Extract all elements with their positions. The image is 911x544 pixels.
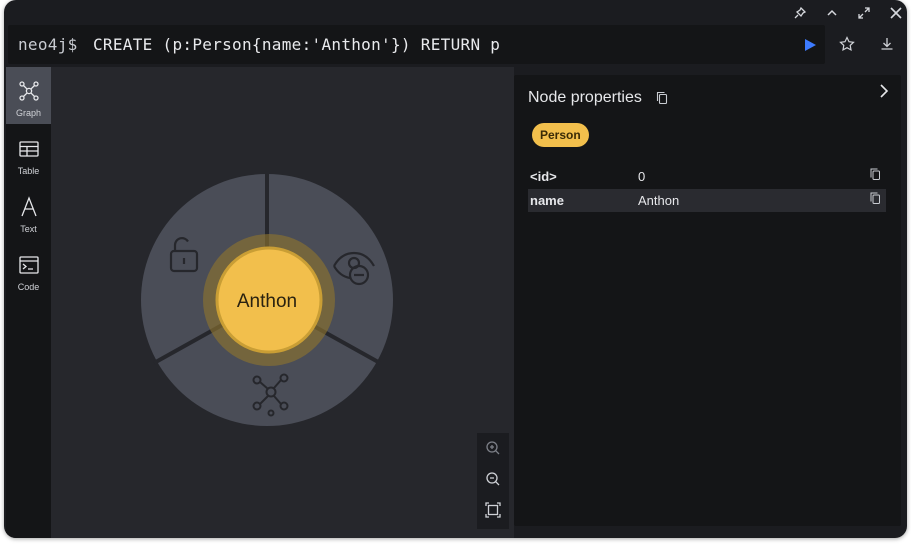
browser-frame: neo4j$ CREATE (p:Person{name:'Anthon'}) …: [4, 0, 907, 538]
copy-icon[interactable]: [870, 192, 881, 205]
property-row: name Anthon: [528, 189, 886, 212]
zoom-out-icon: [486, 472, 500, 486]
pin-icon[interactable]: [791, 4, 809, 22]
sidebar-item-table[interactable]: Table: [6, 125, 51, 182]
sidebar-item-graph[interactable]: Graph: [6, 67, 51, 124]
run-button[interactable]: [802, 37, 818, 53]
download-button[interactable]: [879, 36, 895, 52]
panel-title: Node properties: [528, 89, 642, 106]
window-controls: [4, 0, 907, 24]
sidebar-item-label: Code: [17, 282, 40, 292]
text-icon: [20, 196, 37, 217]
copy-icon[interactable]: [656, 91, 668, 105]
sidebar-item-code[interactable]: Code: [6, 241, 51, 298]
query-editor[interactable]: neo4j$ CREATE (p:Person{name:'Anthon'}) …: [8, 25, 825, 64]
sidebar-item-text[interactable]: Text: [6, 183, 51, 240]
node-properties-panel: Node properties Person <id> 0 name Antho…: [514, 75, 901, 526]
sidebar-item-label: Table: [17, 166, 40, 176]
query-input[interactable]: CREATE (p:Person{name:'Anthon'}) RETURN …: [93, 35, 500, 54]
fit-screen-icon: [485, 502, 501, 518]
sidebar-item-label: Text: [20, 224, 37, 234]
property-value: Anthon: [638, 193, 680, 208]
property-value: 0: [638, 169, 646, 184]
chevron-right-icon[interactable]: [876, 83, 892, 99]
zoom-in-icon: [486, 441, 500, 455]
property-key: <id>: [530, 169, 557, 184]
code-icon: [18, 256, 39, 274]
zoom-out-button[interactable]: [484, 470, 502, 488]
chevron-up-icon[interactable]: [823, 4, 841, 22]
node-label-badge[interactable]: Person: [532, 123, 589, 147]
table-icon: [18, 141, 39, 157]
zoom-controls: [477, 433, 509, 529]
download-icon: [881, 38, 893, 50]
property-row: <id> 0: [528, 165, 886, 188]
fit-to-screen-button[interactable]: [484, 501, 502, 519]
view-sidebar: Graph Table Text Code: [6, 67, 51, 538]
play-icon: [805, 39, 816, 51]
zoom-in-button[interactable]: [484, 439, 502, 457]
property-key: name: [530, 193, 564, 208]
sidebar-item-label: Graph: [15, 108, 41, 118]
query-prompt: neo4j$: [18, 35, 78, 54]
favorite-button[interactable]: [839, 36, 855, 52]
close-icon[interactable]: [887, 4, 905, 22]
copy-icon[interactable]: [870, 168, 881, 181]
graph-icon: [18, 81, 39, 101]
node-caption: Anthon: [236, 291, 298, 312]
graph-canvas[interactable]: Anthon: [51, 67, 514, 538]
expand-icon[interactable]: [855, 4, 873, 22]
star-icon: [839, 36, 855, 52]
